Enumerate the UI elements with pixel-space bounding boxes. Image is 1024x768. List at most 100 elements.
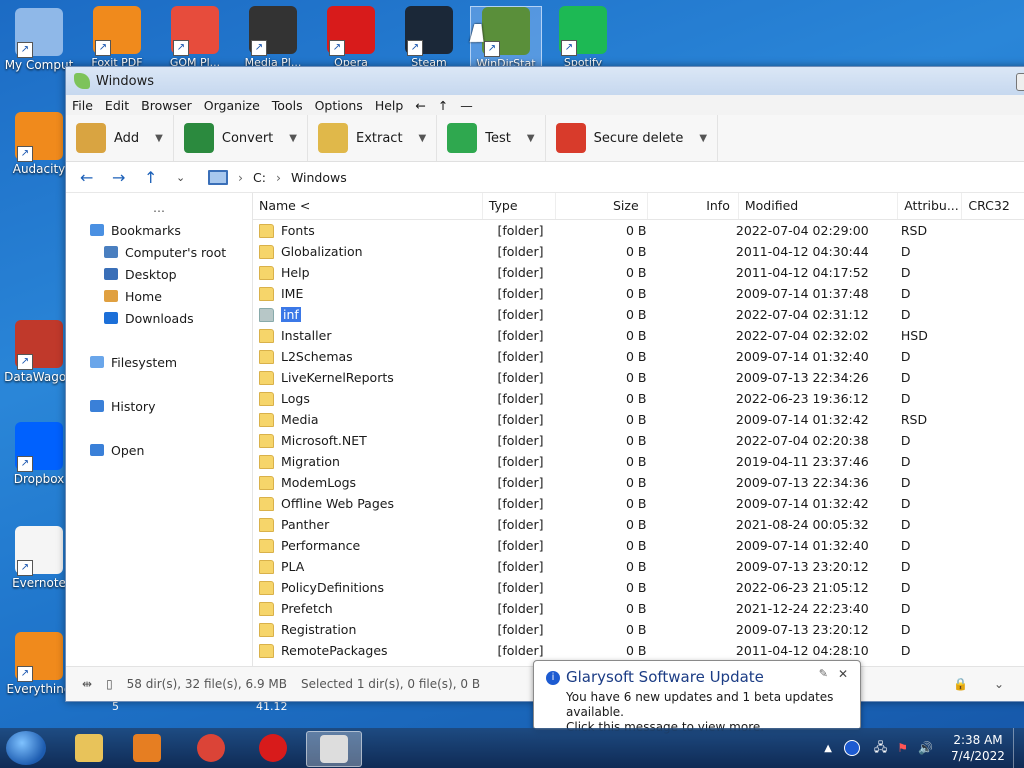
- desktop-icon[interactable]: ↗ Spotify: [548, 6, 618, 69]
- toolbar-button-add[interactable]: Add ▼: [66, 115, 174, 161]
- desktop-icon[interactable]: ↗ Opera: [316, 6, 386, 69]
- file-type: [folder]: [497, 475, 544, 490]
- taskbar-calculator-icon[interactable]: [306, 731, 362, 767]
- breadcrumb-drive[interactable]: C:: [253, 170, 266, 185]
- menu-item[interactable]: ←: [415, 98, 425, 113]
- table-row[interactable]: PLA [folder] 0 B 2009-07-13 23:20:12 D: [253, 556, 1024, 577]
- computer-icon[interactable]: [208, 169, 228, 185]
- tray-update-icon[interactable]: [843, 740, 860, 756]
- table-row[interactable]: Media [folder] 0 B 2009-07-14 01:32:42 RSD: [253, 409, 1024, 430]
- status-expand-icon[interactable]: ⇹: [82, 677, 92, 691]
- table-row[interactable]: inf [folder] 0 B 2022-07-04 02:31:12 D: [253, 304, 1024, 325]
- chevron-down-icon[interactable]: ▼: [699, 133, 707, 144]
- desktop-icon[interactable]: ↗ Evernote: [4, 526, 74, 590]
- desktop-icon[interactable]: ↗ My Comput: [4, 8, 74, 72]
- breadcrumb-separator-icon: ›: [238, 169, 243, 185]
- volume-icon[interactable]: 🔊: [918, 741, 933, 755]
- up-arrow-icon[interactable]: ↑: [144, 168, 176, 187]
- menu-item[interactable]: Organize: [204, 98, 260, 113]
- title-bar[interactable]: Windows: [66, 67, 1024, 95]
- breadcrumb-folder[interactable]: Windows: [291, 170, 347, 185]
- column-header-cell[interactable]: Type: [483, 193, 557, 219]
- lock-icon[interactable]: 🔒: [953, 677, 968, 691]
- table-row[interactable]: ModemLogs [folder] 0 B 2009-07-13 22:34:36 D: [253, 472, 1024, 493]
- update-notification[interactable]: i Glarysoft Software Update ✎ ✕ You have…: [533, 660, 861, 734]
- chevron-down-icon[interactable]: ▼: [527, 133, 535, 144]
- sidebar-item[interactable]: Computer's root: [66, 241, 252, 263]
- chevron-down-icon[interactable]: ▼: [289, 133, 297, 144]
- taskbar-chrome-icon[interactable]: [184, 731, 238, 765]
- column-header-cell[interactable]: Modified: [739, 193, 899, 219]
- close-icon[interactable]: ✕: [838, 667, 848, 681]
- table-row[interactable]: Prefetch [folder] 0 B 2021-12-24 22:23:40 D: [253, 598, 1024, 619]
- sidebar-item[interactable]: Bookmarks: [66, 219, 252, 241]
- chevron-down-icon[interactable]: ▼: [155, 133, 163, 144]
- table-row[interactable]: Migration [folder] 0 B 2019-04-11 23:37:46 D: [253, 451, 1024, 472]
- desktop-icon[interactable]: ↗ GOM Pl...: [160, 6, 230, 69]
- table-row[interactable]: Globalization [folder] 0 B 2011-04-12 04:30…: [253, 241, 1024, 262]
- table-row[interactable]: Registration [folder] 0 B 2009-07-13 23:20:…: [253, 619, 1024, 640]
- start-button[interactable]: [6, 731, 46, 765]
- table-row[interactable]: Microsoft.NET [folder] 0 B 2022-07-04 02:20…: [253, 430, 1024, 451]
- clock[interactable]: 2:38 AM 7/4/2022: [943, 732, 1013, 764]
- menu-item[interactable]: Tools: [272, 98, 303, 113]
- column-header-cell[interactable]: CRC32: [962, 193, 1024, 219]
- taskbar-media-player-icon[interactable]: [120, 731, 174, 765]
- table-row[interactable]: Performance [folder] 0 B 2009-07-14 01:32:4…: [253, 535, 1024, 556]
- table-row[interactable]: IME [folder] 0 B 2009-07-14 01:37:48 D: [253, 283, 1024, 304]
- sidebar-item[interactable]: Filesystem: [66, 351, 252, 373]
- chevron-down-icon[interactable]: ▼: [419, 133, 427, 144]
- desktop-icon[interactable]: ↗ Foxit PDF: [82, 6, 152, 69]
- menu-item[interactable]: Help: [375, 98, 404, 113]
- desktop-icon[interactable]: ↗ Audacity: [4, 112, 74, 176]
- table-row[interactable]: Panther [folder] 0 B 2021-08-24 00:05:32 D: [253, 514, 1024, 535]
- table-row[interactable]: LiveKernelReports [folder] 0 B 2009-07-13 2…: [253, 367, 1024, 388]
- pin-icon[interactable]: ✎: [819, 667, 828, 680]
- column-header-cell[interactable]: Attribu...: [898, 193, 963, 219]
- menu-item[interactable]: ↑: [438, 98, 448, 113]
- desktop-icon[interactable]: ↗ Steam: [394, 6, 464, 69]
- desktop-icon[interactable]: ↗ Media Pl...: [238, 6, 308, 69]
- desktop-icon[interactable]: ↗ Dropbox: [4, 422, 74, 486]
- toolbar-button-convert[interactable]: Convert ▼: [174, 115, 308, 161]
- menu-item[interactable]: —: [460, 98, 473, 113]
- desktop-icon[interactable]: ↗ DataWagon: [4, 320, 74, 384]
- toolbar-button-secure-delete[interactable]: Secure delete ▼: [546, 115, 719, 161]
- column-header-cell[interactable]: Name <: [253, 193, 483, 219]
- menu-item[interactable]: File: [72, 98, 93, 113]
- table-row[interactable]: Help [folder] 0 B 2011-04-12 04:17:52 D: [253, 262, 1024, 283]
- show-desktop-button[interactable]: [1013, 728, 1024, 768]
- sidebar-more[interactable]: …: [66, 193, 252, 215]
- desktop-icon[interactable]: ↗ Everything: [4, 632, 74, 696]
- forward-arrow-icon[interactable]: →: [112, 168, 144, 187]
- table-row[interactable]: Fonts [folder] 0 B 2022-07-04 02:29:00 RSD: [253, 220, 1024, 241]
- table-row[interactable]: Offline Web Pages [folder] 0 B 2009-07-14 0…: [253, 493, 1024, 514]
- menu-item[interactable]: Options: [315, 98, 363, 113]
- tray-expand-icon[interactable]: ▲: [824, 743, 832, 754]
- column-header-cell[interactable]: Info: [648, 193, 739, 219]
- flag-icon[interactable]: ⚑: [897, 741, 908, 755]
- sidebar-item[interactable]: History: [66, 395, 252, 417]
- column-header-cell[interactable]: Size: [556, 193, 648, 219]
- taskbar-opera-icon[interactable]: [246, 731, 300, 765]
- menu-item[interactable]: Edit: [105, 98, 129, 113]
- menu-item[interactable]: Browser: [141, 98, 192, 113]
- status-panel-icon[interactable]: ▯: [106, 677, 113, 691]
- sidebar-item[interactable]: Open: [66, 439, 252, 461]
- table-row[interactable]: L2Schemas [folder] 0 B 2009-07-14 01:32:40 D: [253, 346, 1024, 367]
- window-control-button[interactable]: [1016, 73, 1024, 91]
- history-dropdown-icon[interactable]: ⌄: [176, 171, 208, 184]
- table-row[interactable]: RemotePackages [folder] 0 B 2011-04-12 04:2…: [253, 640, 1024, 661]
- sidebar-item[interactable]: Home: [66, 285, 252, 307]
- table-row[interactable]: Logs [folder] 0 B 2022-06-23 19:36:12 D: [253, 388, 1024, 409]
- table-row[interactable]: Installer [folder] 0 B 2022-07-04 02:32:02 H…: [253, 325, 1024, 346]
- toolbar-button-extract[interactable]: Extract ▼: [308, 115, 438, 161]
- sidebar-item[interactable]: Desktop: [66, 263, 252, 285]
- sidebar-item[interactable]: Downloads: [66, 307, 252, 329]
- table-row[interactable]: PolicyDefinitions [folder] 0 B 2022-06-23 2…: [253, 577, 1024, 598]
- back-arrow-icon[interactable]: ←: [80, 168, 112, 187]
- network-icon[interactable]: 🖧: [874, 738, 887, 759]
- chevron-down-icon[interactable]: ⌄: [994, 677, 1004, 691]
- taskbar-explorer-icon[interactable]: [62, 731, 116, 765]
- toolbar-button-test[interactable]: Test ▼: [437, 115, 546, 161]
